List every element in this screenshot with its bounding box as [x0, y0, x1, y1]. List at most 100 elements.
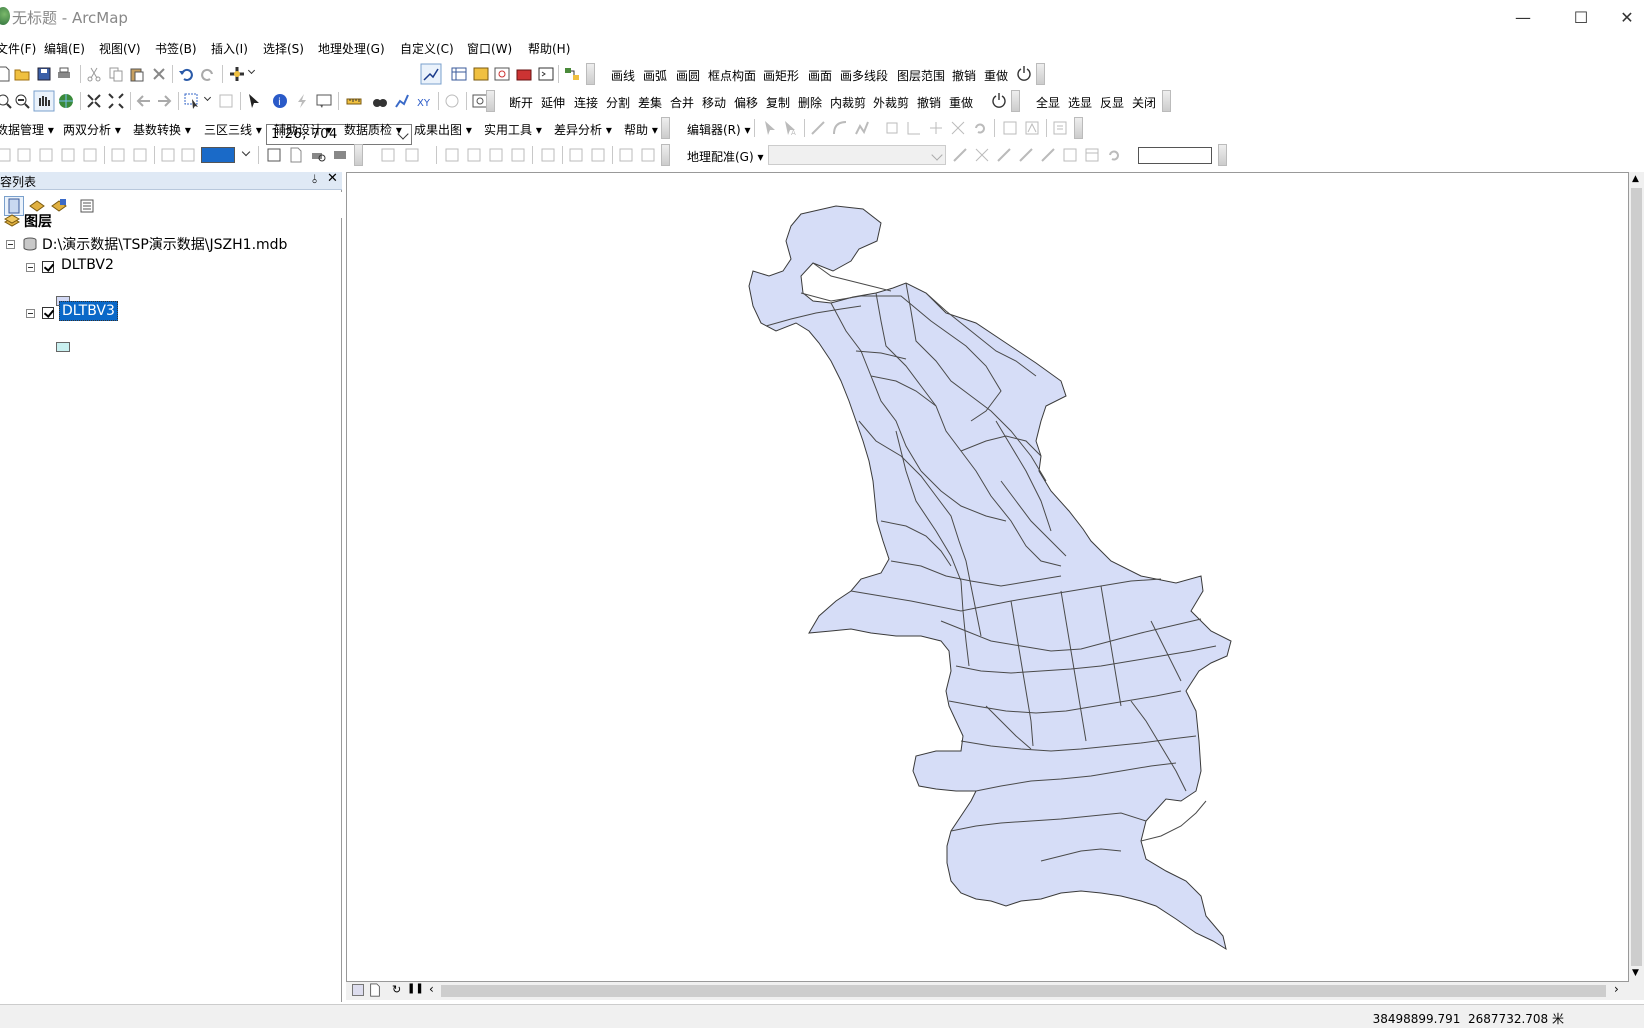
layout-tool-7-icon[interactable]: [132, 147, 148, 163]
graphics-tool-5-icon[interactable]: [488, 147, 504, 163]
data-view-button[interactable]: [352, 984, 364, 996]
collapse-database-icon[interactable]: [6, 240, 15, 249]
toc-database-path[interactable]: D:\演示数据\TSP演示数据\JSZH1.mdb: [42, 234, 287, 254]
power-icon[interactable]: [991, 92, 1007, 108]
layout-tool-2-icon[interactable]: [16, 147, 32, 163]
fixed-zoom-in-icon[interactable]: [86, 93, 102, 109]
georef-tool-2-icon[interactable]: [974, 147, 990, 163]
editor-menu[interactable]: 编辑器(R) ▾: [687, 121, 751, 138]
graphics-tool-3-icon[interactable]: [444, 147, 460, 163]
tool-merge[interactable]: 合并: [670, 94, 694, 111]
layer-dltbv2-name[interactable]: DLTBV2: [61, 257, 114, 273]
split-tool-icon[interactable]: [950, 120, 966, 136]
tool-delete[interactable]: 删除: [798, 94, 822, 111]
graphics-tool-7-icon[interactable]: [540, 147, 556, 163]
scroll-left-icon[interactable]: ‹: [429, 982, 434, 996]
paste-icon[interactable]: [129, 66, 145, 82]
layout-tool-3-icon[interactable]: [38, 147, 54, 163]
fill-color-swatch[interactable]: [201, 147, 235, 163]
undo-icon[interactable]: [178, 66, 194, 82]
tool-redo-1[interactable]: 重做: [984, 67, 1008, 84]
select-features-icon[interactable]: [184, 93, 200, 109]
map-vertical-scrollbar[interactable]: ▲ ▼: [1629, 172, 1644, 982]
maximize-button[interactable]: ☐: [1552, 0, 1610, 34]
select-dropdown[interactable]: [203, 93, 212, 102]
html-popup-icon[interactable]: [316, 93, 332, 109]
measure-icon[interactable]: [346, 93, 362, 109]
options-icon[interactable]: [79, 198, 95, 214]
find-route-icon[interactable]: [394, 93, 410, 109]
menu-three-zones[interactable]: 三区三线 ▾: [204, 121, 262, 138]
tool-redo-2[interactable]: 重做: [949, 94, 973, 111]
menu-dual-analysis[interactable]: 两双分析 ▾: [63, 121, 121, 138]
straight-segment-icon[interactable]: [810, 120, 826, 136]
layout-tool-8-icon[interactable]: [160, 147, 176, 163]
tool-invert-show[interactable]: 反显: [1100, 94, 1124, 111]
menu-data-qc[interactable]: 数据质检 ▾: [344, 121, 402, 138]
tool-break[interactable]: 断开: [509, 94, 533, 111]
menu-data-management[interactable]: 数据管理 ▾: [0, 121, 54, 138]
map-view[interactable]: [346, 172, 1629, 982]
model-builder-icon[interactable]: [564, 66, 580, 82]
new-document-icon[interactable]: [0, 66, 12, 82]
cut-polygon-icon[interactable]: [928, 120, 944, 136]
graphics-tool-9-icon[interactable]: [590, 147, 606, 163]
close-icon[interactable]: ✕: [327, 171, 338, 186]
close-button[interactable]: ✕: [1610, 0, 1644, 34]
refresh-icon[interactable]: ↻: [392, 983, 401, 996]
pause-drawing-icon[interactable]: ❚❚: [407, 983, 424, 994]
tool-draw-arc[interactable]: 画弧: [643, 67, 667, 84]
menu-insert[interactable]: 插入(I): [211, 40, 248, 57]
menu-edit[interactable]: 编辑(E): [44, 40, 85, 57]
menu-plugin-help[interactable]: 帮助 ▾: [624, 121, 658, 138]
tool-draw-polyline[interactable]: 画多线段: [840, 67, 888, 84]
menu-geoprocessing[interactable]: 地理处理(G): [318, 40, 385, 57]
menu-view[interactable]: 视图(V): [99, 40, 141, 57]
graphics-tool-11-icon[interactable]: [640, 147, 656, 163]
menu-customize[interactable]: 自定义(C): [400, 40, 454, 57]
edit-vertices-icon[interactable]: [884, 120, 900, 136]
tool-move[interactable]: 移动: [702, 94, 726, 111]
endpoint-arc-icon[interactable]: [832, 120, 848, 136]
open-folder-icon[interactable]: [14, 66, 30, 82]
tool-difference[interactable]: 差集: [638, 94, 662, 111]
tool-draw-polygon[interactable]: 画面: [808, 67, 832, 84]
tool-copy[interactable]: 复制: [766, 94, 790, 111]
menu-selection[interactable]: 选择(S): [263, 40, 304, 57]
tool-point-polygon[interactable]: 框点构面: [708, 67, 756, 84]
menu-base-conversion[interactable]: 基数转换 ▾: [133, 121, 191, 138]
layout-tool-9-icon[interactable]: [180, 147, 196, 163]
tool-draw-rectangle[interactable]: 画矩形: [763, 67, 799, 84]
tool-undo-1[interactable]: 撤销: [952, 67, 976, 84]
collapse-layer-dltbv2-icon[interactable]: [26, 263, 35, 272]
zoom-in-icon[interactable]: [0, 93, 12, 109]
graphics-tool-1-icon[interactable]: [380, 147, 396, 163]
tool-undo-2[interactable]: 撤销: [917, 94, 941, 111]
tool-draw-line[interactable]: 画线: [611, 67, 635, 84]
layer-dltbv3-name[interactable]: DLTBV3: [59, 301, 118, 321]
redo-icon[interactable]: [200, 66, 216, 82]
pan-hand-icon[interactable]: [33, 90, 55, 112]
page-icon[interactable]: [288, 147, 304, 163]
georef-rotate-icon[interactable]: [1106, 147, 1122, 163]
fixed-zoom-out-icon[interactable]: [108, 93, 124, 109]
scroll-right-icon[interactable]: ›: [1614, 982, 1619, 996]
georef-tool-1-icon[interactable]: [952, 147, 968, 163]
catalog-window-icon[interactable]: [473, 66, 489, 82]
graphics-tool-6-icon[interactable]: [510, 147, 526, 163]
save-icon[interactable]: [36, 66, 52, 82]
sketch-properties-icon[interactable]: [1024, 120, 1040, 136]
layout-view-button[interactable]: [368, 983, 382, 997]
time-slider-icon[interactable]: [444, 93, 460, 109]
edit-tool-icon[interactable]: [762, 120, 778, 136]
reshape-icon[interactable]: [906, 120, 922, 136]
print-icon[interactable]: [56, 66, 72, 82]
georeferencing-menu[interactable]: 地理配准(G) ▾: [687, 148, 764, 165]
fill-color-dropdown[interactable]: [241, 147, 251, 157]
trace-icon[interactable]: [854, 120, 870, 136]
editor-toolbar-icon[interactable]: [420, 63, 442, 85]
layer-dltbv3-symbol[interactable]: [56, 342, 70, 352]
layout-tool-4-icon[interactable]: [60, 147, 76, 163]
tool-layer-extent[interactable]: 图层范围: [897, 67, 945, 84]
tool-extend[interactable]: 延伸: [541, 94, 565, 111]
